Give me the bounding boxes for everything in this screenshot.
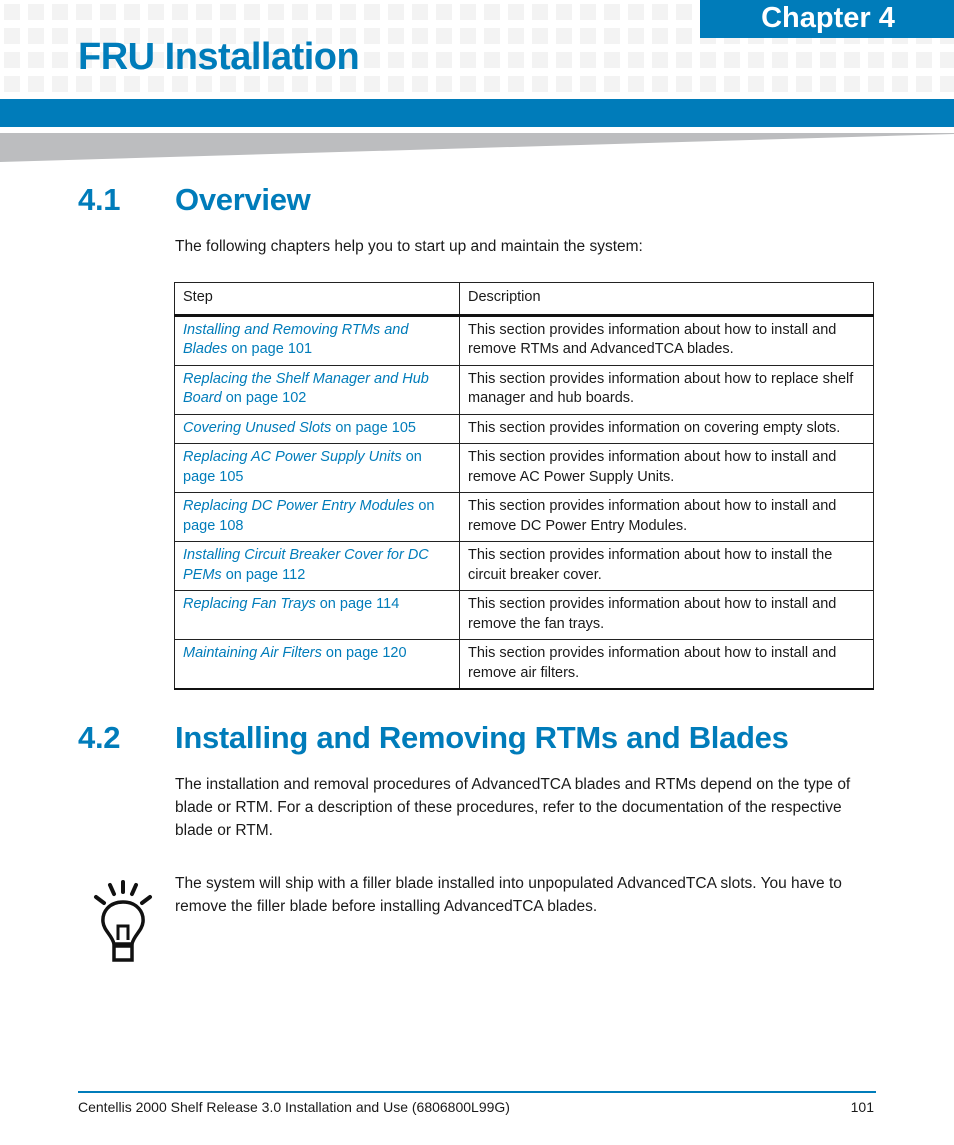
step-cell: Replacing AC Power Supply Units on page … <box>174 443 460 493</box>
link-page-ref: on page 105 <box>331 419 416 436</box>
header-band <box>0 99 954 127</box>
link-title: Replacing DC Power Entry Modules <box>183 498 415 514</box>
footer-document-title: Centellis 2000 Shelf Release 3.0 Install… <box>78 1099 510 1115</box>
chapter-title: FRU Installation <box>78 36 360 78</box>
table-row: Replacing the Shelf Manager and Hub Boar… <box>174 364 874 415</box>
description-cell: This section provides information about … <box>459 590 874 640</box>
column-header-description: Description <box>459 282 874 317</box>
step-cell: Installing and Removing RTMs and Blades … <box>174 314 460 366</box>
table-header-row: Step Description <box>174 282 874 317</box>
description-cell: This section provides information about … <box>459 639 874 690</box>
link-title: Covering Unused Slots <box>183 419 332 436</box>
page-number: 101 <box>850 1099 874 1115</box>
cross-reference-link[interactable]: Replacing AC Power Supply Units on page … <box>183 449 422 485</box>
cross-reference-link[interactable]: Replacing DC Power Entry Modules on page… <box>183 498 434 534</box>
description-cell: This section provides information on cov… <box>459 413 874 444</box>
tip-note: The system will ship with a filler blade… <box>175 875 842 915</box>
table-row: Installing and Removing RTMs and Blades … <box>174 314 874 366</box>
section-number: 4.2 <box>78 720 121 755</box>
description-cell: This section provides information about … <box>459 443 874 493</box>
link-title: Replacing AC Power Supply Units <box>183 449 402 465</box>
step-cell: Replacing the Shelf Manager and Hub Boar… <box>174 364 460 415</box>
table-row: Replacing Fan Trays on page 114 This sect… <box>174 590 874 640</box>
section-title: Overview <box>175 182 311 217</box>
description-cell: This section provides information about … <box>459 314 874 366</box>
column-header-step: Step <box>174 282 460 317</box>
step-cell: Covering Unused Slots on page 105 <box>174 413 460 444</box>
link-page-ref: on page 112 <box>221 566 306 583</box>
footer-rule <box>78 1091 876 1093</box>
description-cell: This section provides information about … <box>459 492 874 542</box>
overview-intro: The following chapters help you to start… <box>175 238 643 255</box>
cross-reference-link[interactable]: Installing and Removing RTMs and Blades … <box>183 322 408 358</box>
step-cell: Replacing Fan Trays on page 114 <box>174 590 460 640</box>
table-row: Replacing DC Power Entry Modules on page… <box>174 492 874 542</box>
header-wedge <box>0 133 954 162</box>
link-title: Maintaining Air Filters <box>183 645 322 661</box>
installing-body: The installation and removal procedures … <box>175 776 851 839</box>
link-page-ref: on page 120 <box>321 645 407 661</box>
chapter-label: Chapter 4 <box>700 0 954 38</box>
link-title: Installing Circuit Breaker Cover for DC … <box>183 547 429 583</box>
table-row: Replacing AC Power Supply Units on page … <box>174 443 874 493</box>
table-row: Installing Circuit Breaker Cover for DC … <box>174 541 874 591</box>
section-heading-overview: 4.1 Overview <box>78 182 311 218</box>
cross-reference-link[interactable]: Replacing Fan Trays on page 114 <box>183 596 399 612</box>
step-cell: Replacing DC Power Entry Modules on page… <box>174 492 460 542</box>
cross-reference-link[interactable]: Covering Unused Slots on page 105 <box>183 420 416 436</box>
step-cell: Maintaining Air Filters on page 120 <box>174 639 460 690</box>
table-row: Maintaining Air Filters on page 120 This … <box>174 639 874 690</box>
link-page-ref: on page 101 <box>227 341 313 357</box>
section-heading-installing: 4.2 Installing and Removing RTMs and Blad… <box>78 720 789 756</box>
cross-reference-link[interactable]: Replacing the Shelf Manager and Hub Boar… <box>183 371 429 407</box>
section-title: Installing and Removing RTMs and Blades <box>175 720 789 755</box>
description-cell: This section provides information about … <box>459 364 874 415</box>
link-page-ref: on page 102 <box>221 390 307 406</box>
cross-reference-link[interactable]: Maintaining Air Filters on page 120 <box>183 645 407 661</box>
section-number: 4.1 <box>78 182 121 217</box>
description-cell: This section provides information about … <box>459 541 874 591</box>
step-cell: Installing Circuit Breaker Cover for DC … <box>174 541 460 591</box>
link-page-ref: on page 114 <box>315 596 400 612</box>
cross-reference-link[interactable]: Installing Circuit Breaker Cover for DC … <box>183 547 429 583</box>
overview-table: Step Description Installing and Removing… <box>174 282 874 690</box>
link-title: Replacing Fan Trays <box>183 596 316 612</box>
table-row: Covering Unused Slots on page 105 This se… <box>174 413 874 444</box>
lightbulb-icon <box>94 880 152 962</box>
